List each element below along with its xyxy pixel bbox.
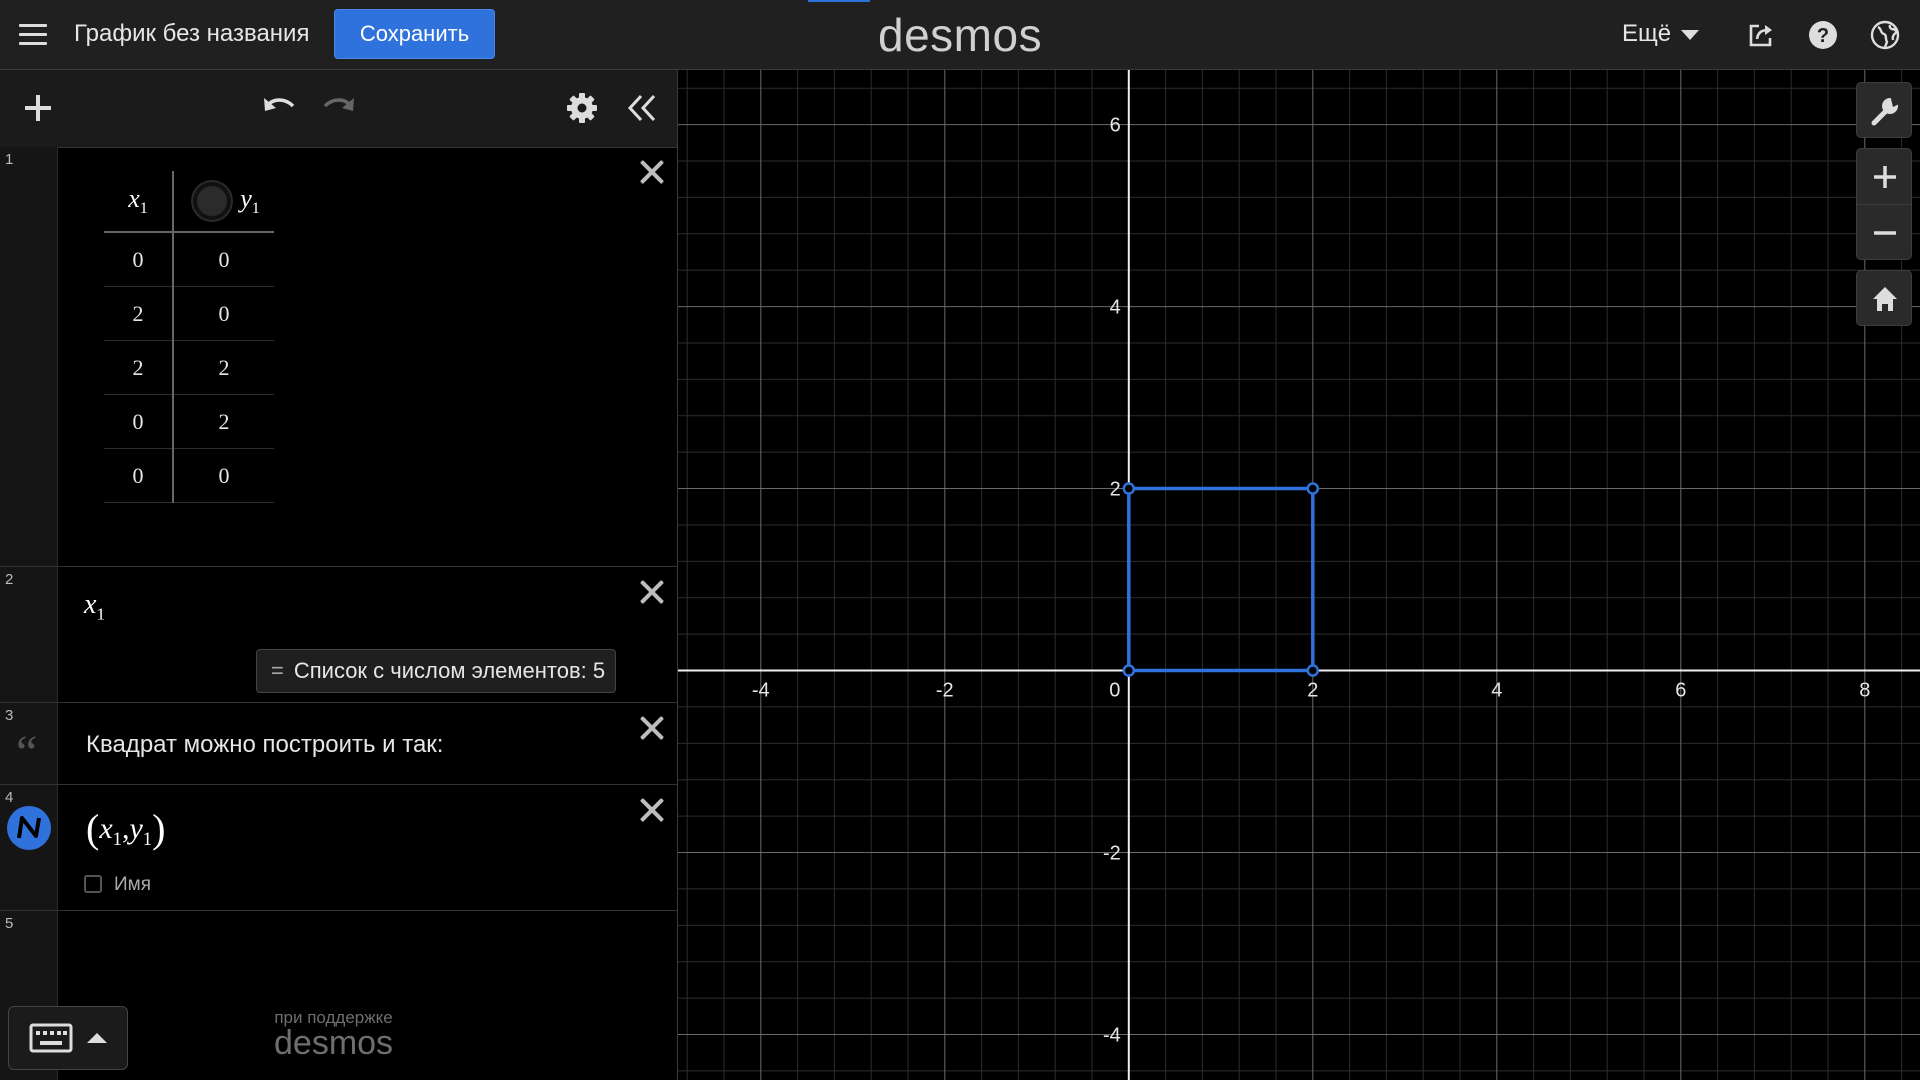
table-cell[interactable]: 0 xyxy=(104,232,174,287)
zoom-in-icon[interactable] xyxy=(1857,163,1913,191)
redo-icon[interactable] xyxy=(321,90,357,126)
delete-expression-button[interactable] xyxy=(635,711,669,745)
expression-number: 3 xyxy=(5,707,14,724)
table-header-x1[interactable]: x1 xyxy=(104,171,174,233)
table-cell[interactable]: 2 xyxy=(104,340,174,395)
data-point xyxy=(1122,664,1136,677)
svg-text:?: ? xyxy=(1817,25,1829,47)
more-label: Ещё xyxy=(1622,20,1672,47)
table-cell[interactable]: 0 xyxy=(173,448,274,503)
table-cell[interactable]: 0 xyxy=(104,448,174,503)
column-style-icon[interactable] xyxy=(188,177,236,225)
keyboard-toggle[interactable] xyxy=(8,1006,128,1070)
note-expression[interactable]: 3 “ Квадрат можно построить и так: xyxy=(0,703,677,785)
data-table[interactable]: x1 y1 00 20 22 02 00 xyxy=(104,171,274,503)
data-point xyxy=(1306,482,1320,495)
graph-settings-panel xyxy=(1856,82,1912,138)
expression-number: 4 xyxy=(5,789,14,806)
expression-toolbar xyxy=(0,70,677,148)
table-cell[interactable]: 0 xyxy=(173,232,274,287)
default-viewport-panel xyxy=(1856,270,1912,326)
powered-by-logo: desmos xyxy=(274,1024,394,1062)
chevron-down-icon xyxy=(1681,29,1700,40)
wrench-icon[interactable] xyxy=(1857,95,1913,127)
graph-canvas[interactable]: -4 -2 0 2 4 6 8 6 4 2 -2 -4 xyxy=(678,70,1920,1080)
expression-gutter: 1 xyxy=(0,147,58,566)
delete-expression-button[interactable] xyxy=(635,793,669,827)
x-tick-label: 2 xyxy=(1307,680,1318,702)
y-tick-label: 4 xyxy=(1110,297,1121,319)
keyboard-icon xyxy=(29,1023,73,1053)
graph-title[interactable]: График без названия xyxy=(74,20,309,48)
top-bar: График без названия Сохранить desmos Ещё… xyxy=(0,0,1920,70)
zoom-controls xyxy=(1856,148,1912,260)
delete-expression-button[interactable] xyxy=(635,575,669,609)
expression-gutter: 2 xyxy=(0,567,58,702)
gear-icon[interactable] xyxy=(564,90,600,126)
expression-input[interactable]: (x1,y1) xyxy=(86,805,165,852)
label-checkbox[interactable] xyxy=(84,875,102,893)
square-polyline xyxy=(1127,486,1315,673)
note-text[interactable]: Квадрат можно построить и так: xyxy=(86,731,443,759)
table-cell[interactable]: 2 xyxy=(173,394,274,449)
expression-input[interactable]: x1 xyxy=(84,589,105,625)
y-tick-label: -2 xyxy=(1103,843,1121,865)
powered-by-desmos[interactable]: при поддержке desmos xyxy=(274,1008,393,1060)
hamburger-icon[interactable] xyxy=(16,18,50,52)
share-icon[interactable] xyxy=(1746,20,1776,50)
more-menu[interactable]: Ещё xyxy=(1622,20,1700,48)
table-cell[interactable]: 2 xyxy=(104,286,174,341)
x-tick-label: 6 xyxy=(1675,680,1686,702)
chevron-up-icon xyxy=(87,1033,107,1043)
table-row[interactable]: 02 xyxy=(104,394,274,449)
table-cell[interactable]: 0 xyxy=(173,286,274,341)
x-tick-label: 4 xyxy=(1491,680,1502,702)
collapse-icon[interactable] xyxy=(624,90,660,126)
desmos-logo: desmos xyxy=(878,9,1043,61)
expression-list-panel: 1 x1 y1 00 20 22 02 00 2 x1 = Список с чи… xyxy=(0,70,678,1080)
expression-number: 5 xyxy=(5,915,14,932)
expression-number: 1 xyxy=(5,151,14,168)
graph-paper[interactable]: -4 -2 0 2 4 6 8 6 4 2 -2 -4 xyxy=(678,70,1920,1080)
quote-icon: “ xyxy=(16,726,38,779)
expression-x1[interactable]: 2 x1 = Список с числом элементов: 5 xyxy=(0,567,677,703)
x-tick-label: -4 xyxy=(752,680,770,702)
y-tick-label: 6 xyxy=(1110,115,1121,137)
table-row[interactable]: 20 xyxy=(104,286,274,341)
data-point xyxy=(1306,664,1320,677)
undo-icon[interactable] xyxy=(261,90,297,126)
table-row[interactable]: 00 xyxy=(104,232,274,287)
expression-number: 2 xyxy=(5,571,14,588)
label-checkbox-text: Имя xyxy=(114,874,152,895)
x-tick-label: 0 xyxy=(1109,680,1120,702)
help-icon[interactable]: ? xyxy=(1808,20,1838,50)
table-row[interactable]: 22 xyxy=(104,340,274,395)
table-row[interactable]: 00 xyxy=(104,448,274,503)
table-cell[interactable]: 2 xyxy=(173,340,274,395)
data-point xyxy=(1122,482,1136,495)
delete-expression-button[interactable] xyxy=(635,155,669,189)
home-icon[interactable] xyxy=(1857,283,1913,315)
table-cell[interactable]: 0 xyxy=(104,394,174,449)
x-tick-label: 8 xyxy=(1859,680,1870,702)
expression-gutter: 3 “ xyxy=(0,703,58,784)
evaluation-result: = Список с числом элементов: 5 xyxy=(256,649,617,693)
language-icon[interactable] xyxy=(1870,20,1900,50)
x-tick-label: -2 xyxy=(936,680,954,702)
loading-accent xyxy=(808,0,870,2)
y-tick-label: 2 xyxy=(1110,479,1121,501)
y-tick-label: -4 xyxy=(1103,1025,1121,1047)
zoom-out-icon[interactable] xyxy=(1857,219,1913,247)
expression-point-list[interactable]: 4 (x1,y1) Имя xyxy=(0,785,677,911)
table-header-y1[interactable]: y1 xyxy=(173,171,274,233)
save-button[interactable]: Сохранить xyxy=(334,9,495,59)
add-icon[interactable] xyxy=(20,90,56,126)
expression-table[interactable]: 1 x1 y1 00 20 22 02 00 xyxy=(0,147,677,567)
expression-gutter: 4 xyxy=(0,785,58,910)
polyline-style-icon[interactable] xyxy=(7,806,51,850)
